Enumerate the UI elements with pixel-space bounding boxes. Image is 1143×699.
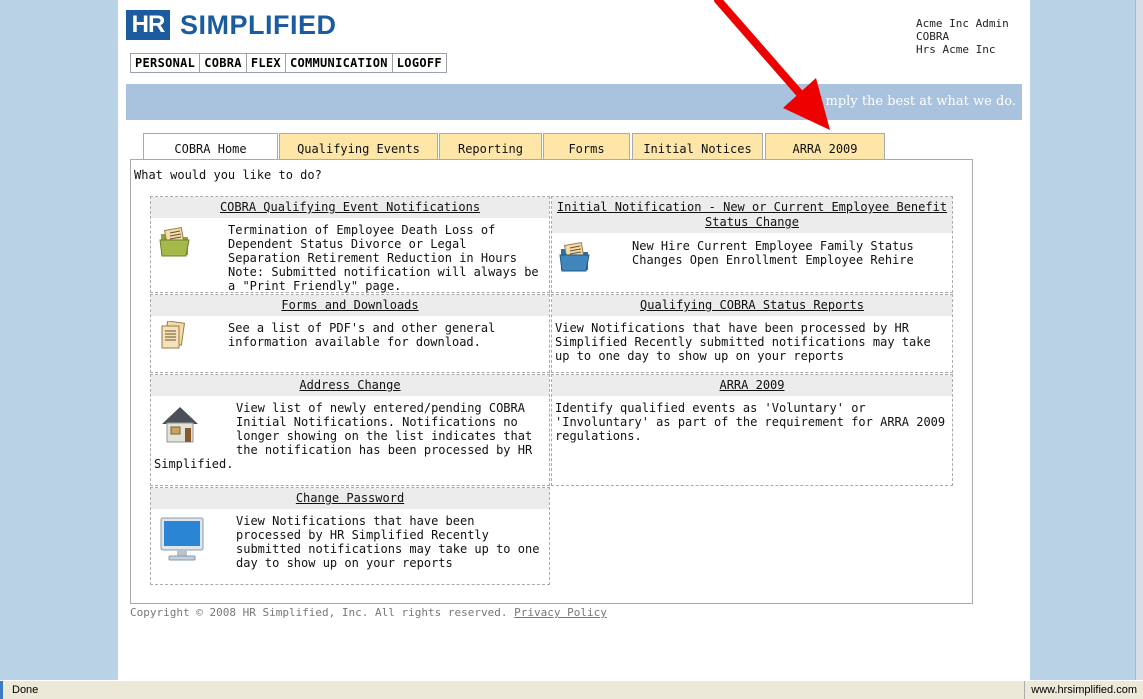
- left-margin: [0, 0, 118, 680]
- tab-arra-2009[interactable]: ARRA 2009: [765, 133, 885, 160]
- cell-description: View list of newly entered/pending COBRA…: [236, 401, 533, 457]
- folder-icon: [158, 225, 192, 262]
- document-icon: [160, 320, 186, 354]
- account-info: Acme Inc Admin COBRA Hrs Acme Inc: [916, 17, 1032, 56]
- scrollbar[interactable]: [1135, 0, 1143, 680]
- cell-status-reports: Qualifying COBRA Status Reports View Not…: [551, 294, 953, 373]
- cell-forms-downloads: Forms and Downloads See a list of PDF's …: [150, 294, 550, 373]
- cell-description: Termination of Employee Death Loss of De…: [228, 223, 539, 293]
- cobra-home-panel: What would you like to do? COBRA Qualify…: [130, 159, 973, 604]
- logo-hr-box: HR: [126, 10, 170, 40]
- cell-address-change: Address Change View list of newly entere…: [150, 374, 550, 486]
- banner: mply the best at what we do.: [126, 84, 1022, 120]
- logo-text: SIMPLIFIED: [180, 9, 337, 40]
- page: HR SIMPLIFIED PERSONAL COBRA FLEX COMMUN…: [118, 0, 1030, 680]
- link-initial-notification[interactable]: Initial Notification - New or Current Em…: [552, 197, 952, 233]
- option-grid: COBRA Qualifying Event Notifications Ter…: [150, 196, 954, 588]
- nav-personal[interactable]: PERSONAL: [130, 53, 201, 73]
- account-name: Acme Inc Admin: [916, 17, 1009, 30]
- top-nav: PERSONAL COBRA FLEX COMMUNICATION LOGOFF: [130, 53, 447, 73]
- nav-cobra[interactable]: COBRA: [200, 53, 247, 73]
- cell-description: See a list of PDF's and other general in…: [228, 321, 496, 349]
- cell-description: New Hire Current Employee Family Status …: [632, 239, 914, 267]
- link-cobra-qualifying-event-notifications[interactable]: COBRA Qualifying Event Notifications: [151, 197, 549, 218]
- status-url: www.hrsimplified.com: [1024, 681, 1143, 699]
- cell-description: View Notifications that have been proces…: [555, 321, 931, 363]
- tab-initial-notices[interactable]: Initial Notices: [632, 133, 763, 160]
- nav-flex[interactable]: FLEX: [246, 53, 286, 73]
- tab-cobra-home[interactable]: COBRA Home: [143, 133, 278, 161]
- panel-prompt: What would you like to do?: [134, 168, 322, 182]
- banner-tagline: mply the best at what we do.: [825, 94, 1016, 109]
- cell-description: View Notifications that have been proces…: [236, 514, 540, 570]
- status-bar: Done www.hrsimplified.com: [0, 680, 1143, 699]
- logo[interactable]: HR SIMPLIFIED: [126, 10, 337, 40]
- copyright-text: Copyright © 2008 HR Simplified, Inc. All…: [130, 606, 508, 619]
- link-address-change[interactable]: Address Change: [151, 375, 549, 396]
- status-text: Done: [0, 681, 38, 699]
- link-forms-and-downloads[interactable]: Forms and Downloads: [151, 295, 549, 316]
- cell-initial-notification: Initial Notification - New or Current Em…: [551, 196, 953, 293]
- cell-cobra-qualifying-events: COBRA Qualifying Event Notifications Ter…: [150, 196, 550, 293]
- tab-qualifying-events[interactable]: Qualifying Events: [279, 133, 438, 160]
- nav-logoff[interactable]: LOGOFF: [392, 53, 447, 73]
- monitor-icon: [159, 516, 205, 567]
- link-qualifying-cobra-status-reports[interactable]: Qualifying COBRA Status Reports: [552, 295, 952, 316]
- account-module: COBRA: [916, 30, 950, 43]
- cell-arra-2009: ARRA 2009 Identify qualified events as '…: [551, 374, 953, 486]
- right-margin: [1030, 0, 1143, 680]
- link-change-password[interactable]: Change Password: [151, 488, 549, 509]
- privacy-policy-link[interactable]: Privacy Policy: [514, 606, 607, 619]
- folder-icon: [558, 240, 592, 277]
- link-arra-2009[interactable]: ARRA 2009: [552, 375, 952, 396]
- house-icon: [158, 402, 202, 449]
- cell-change-password: Change Password View Notifications that …: [150, 487, 550, 585]
- tab-reporting[interactable]: Reporting: [439, 133, 542, 160]
- footer: Copyright © 2008 HR Simplified, Inc. All…: [130, 606, 607, 619]
- cell-description-tail: Simplified.: [154, 457, 234, 471]
- account-company: Hrs Acme Inc: [916, 43, 996, 56]
- nav-communication[interactable]: COMMUNICATION: [285, 53, 393, 73]
- cell-description: Identify qualified events as 'Voluntary'…: [555, 401, 946, 443]
- tab-forms[interactable]: Forms: [543, 133, 630, 160]
